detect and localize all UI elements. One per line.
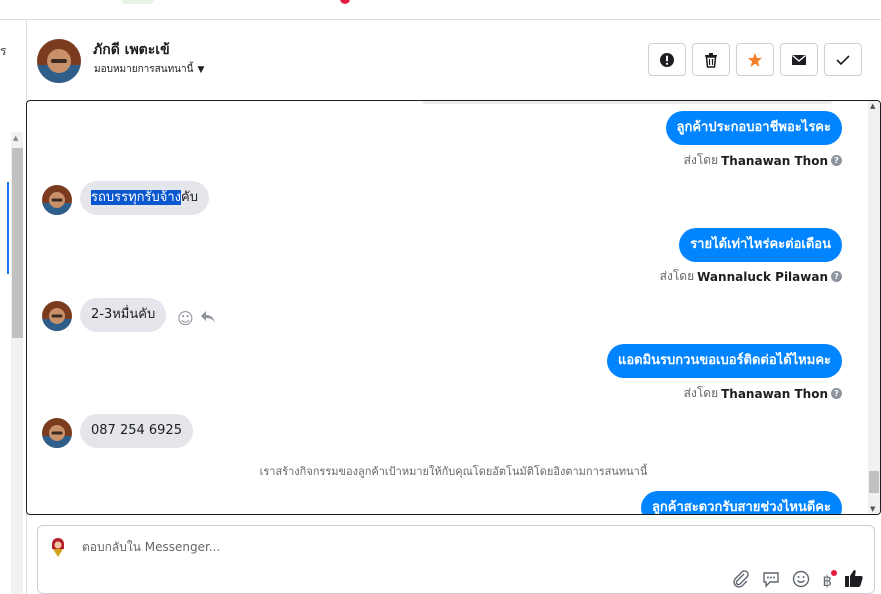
sent-by-line: ส่งโดย Thanawan Thon ? [684, 384, 842, 403]
check-icon [836, 54, 850, 65]
sent-by-line: ส่งโดย Thanawan Thon ? [684, 151, 842, 170]
previous-message-edge [422, 101, 832, 104]
conversation-list-edge: ร ▲ [0, 20, 27, 594]
assign-label: มอบหมายการสนทนานี้ [94, 64, 194, 75]
exclamation-circle-icon [660, 52, 674, 67]
customer-avatar [42, 185, 72, 215]
conversation-actions [648, 43, 862, 76]
mark-spam-button[interactable] [648, 43, 686, 76]
sent-by-label: ส่งโดย [683, 153, 719, 167]
delete-button[interactable] [692, 43, 730, 76]
contact-name: ภักดี เพตะเข้ [93, 42, 170, 58]
payment-baht-icon[interactable]: ฿ [822, 569, 837, 590]
thread-scrollbar-thumb[interactable] [869, 471, 879, 493]
question-circle-icon[interactable]: ? [831, 388, 842, 399]
message-thread[interactable]: ลูกค้าประกอบอาชีพอะไรคะ ส่งโดย Thanawan … [26, 100, 881, 515]
customer-avatar [42, 301, 72, 331]
conversation-header: ภักดี เพตะเข้ มอบหมายการสนทนานี้ ▼ [28, 20, 881, 100]
left-panel-text-fragment: ร [0, 44, 7, 58]
message-text-tail: คับ [181, 190, 198, 205]
notification-dot [340, 0, 350, 4]
thread-scrollbar[interactable]: ▲ ▼ [868, 101, 880, 514]
smiley-icon[interactable]: ☺ [177, 309, 194, 328]
tag-pill [122, 0, 154, 4]
incoming-message[interactable]: 2-3หมื่นคับ [80, 298, 167, 332]
notification-dot [831, 569, 837, 576]
thumbs-up-icon[interactable] [844, 568, 864, 593]
incoming-message[interactable]: 087 254 6925 [80, 414, 193, 448]
top-toolbar-strip [0, 0, 881, 20]
contact-avatar[interactable] [37, 39, 81, 83]
agent-name: Thanawan Thon [721, 386, 828, 401]
outgoing-message[interactable]: รายได้เท่าไหร่คะต่อเดือน [679, 228, 842, 262]
sent-by-label: ส่งโดย [659, 269, 695, 283]
scroll-down-arrow-icon[interactable]: ▼ [870, 505, 875, 513]
agent-name: Thanawan Thon [721, 153, 828, 168]
sent-by-line: ส่งโดย Wannaluck Pilawan ? [660, 267, 842, 286]
outgoing-message[interactable]: ลูกค้าสะดวกรับสายช่วงไหนดีคะ [640, 491, 842, 514]
message-hover-actions: ☺ [177, 309, 216, 328]
envelope-icon [792, 54, 806, 65]
list-scrollbar-thumb[interactable] [12, 148, 23, 338]
question-circle-icon[interactable]: ? [831, 271, 842, 282]
reply-input[interactable] [82, 538, 782, 556]
active-conversation-indicator [7, 182, 9, 274]
caret-down-icon: ▼ [197, 64, 205, 75]
outgoing-message[interactable]: แอดมินรบกวนขอเบอร์ติดต่อได้ไหมคะ [606, 344, 842, 378]
reply-composer: ฿ [37, 525, 875, 594]
mark-done-button[interactable] [824, 43, 862, 76]
assign-conversation-dropdown[interactable]: มอบหมายการสนทนานี้ ▼ [94, 62, 204, 77]
composer-tools: ฿ [732, 568, 864, 593]
emoji-icon[interactable] [792, 570, 810, 592]
customer-avatar [42, 418, 72, 448]
system-note: เราสร้างกิจกรรมของลูกค้าเป้าหมายให้กับคุ… [259, 465, 648, 478]
scroll-up-arrow-icon[interactable]: ▲ [870, 102, 875, 110]
saved-replies-icon[interactable] [762, 570, 780, 592]
star-button[interactable] [736, 43, 774, 76]
page-avatar [46, 535, 70, 559]
scroll-up-arrow-icon[interactable]: ▲ [13, 134, 18, 142]
question-circle-icon[interactable]: ? [831, 155, 842, 166]
agent-name: Wannaluck Pilawan [697, 269, 828, 284]
mark-unread-button[interactable] [780, 43, 818, 76]
attachment-icon[interactable] [732, 569, 750, 592]
selected-text: รถบรรทุกรับจ้าง [91, 190, 182, 205]
star-icon [748, 52, 762, 67]
sent-by-label: ส่งโดย [683, 386, 719, 400]
reply-arrow-icon[interactable] [200, 309, 216, 328]
outgoing-message[interactable]: ลูกค้าประกอบอาชีพอะไรคะ [665, 111, 842, 145]
trash-icon [705, 52, 717, 68]
incoming-message[interactable]: รถบรรทุกรับจ้างคับ [80, 181, 209, 215]
